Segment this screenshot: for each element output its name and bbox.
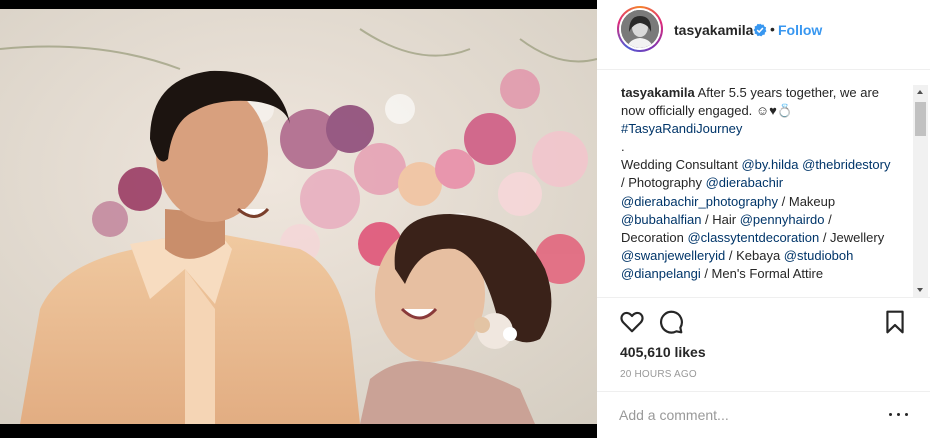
follow-button[interactable]: Follow <box>778 22 822 38</box>
post-actions: 405,610 likes 20 HOURS AGO <box>597 297 930 391</box>
caption: tasyakamila After 5.5 years together, we… <box>621 84 891 283</box>
mention-link[interactable]: @dierabachir <box>706 175 784 190</box>
caption-username[interactable]: tasyakamila <box>621 85 695 100</box>
mention-link[interactable]: @thebridestory <box>802 157 890 172</box>
credits-text: / Men's Formal Attire <box>700 265 824 281</box>
bookmark-icon[interactable] <box>882 309 908 335</box>
post-photo[interactable] <box>0 9 597 424</box>
comments-section[interactable]: tasyakamila After 5.5 years together, we… <box>597 71 930 297</box>
heart-icon[interactable] <box>619 309 645 335</box>
post-photo-container <box>0 0 597 438</box>
credits-text: / Kebaya <box>725 247 784 263</box>
comment-input[interactable] <box>619 404 879 426</box>
mention-link[interactable]: @pennyhairdo <box>740 212 825 227</box>
credits-text: / Makeup <box>778 193 836 209</box>
more-options-icon[interactable] <box>887 404 911 424</box>
post-timestamp[interactable]: 20 HOURS AGO <box>620 369 697 380</box>
mention-link[interactable]: @classytentdecoration <box>687 230 819 245</box>
scroll-up-arrow-icon[interactable] <box>913 85 928 99</box>
comments-scrollbar[interactable] <box>913 85 928 297</box>
mention-link[interactable]: @studioboh <box>784 248 854 263</box>
mention-link[interactable]: @swanjewelleryid <box>621 248 725 263</box>
mention-link[interactable]: @bubahalfian <box>621 212 701 227</box>
avatar-border <box>619 8 661 50</box>
avatar-portrait-icon <box>621 10 659 48</box>
credits-text: / Jewellery <box>819 229 885 245</box>
scrollbar-thumb[interactable] <box>915 102 926 136</box>
caption-dot: . <box>621 139 625 155</box>
post-author-username[interactable]: tasyakamila <box>674 22 753 38</box>
caption-credits: Wedding Consultant @by.hilda @thebridest… <box>621 156 891 283</box>
mention-link[interactable]: @dianpelangi <box>621 266 701 281</box>
like-count[interactable]: 405,610 likes <box>620 344 706 360</box>
post-photo-image <box>0 9 597 424</box>
verified-badge-icon <box>753 23 767 37</box>
caption-hashtag[interactable]: #TasyaRandiJourney <box>621 121 742 136</box>
avatar[interactable] <box>617 6 663 52</box>
scroll-down-arrow-icon[interactable] <box>913 283 928 297</box>
avatar-image <box>621 10 659 48</box>
mention-link[interactable]: @dierabachir_photography <box>621 194 778 209</box>
comment-icon[interactable] <box>658 309 684 335</box>
post-header: tasyakamila • Follow <box>597 0 930 70</box>
post-side-panel: tasyakamila • Follow tasyakamila After 5… <box>597 0 930 438</box>
credits-text: / Hair <box>701 211 740 227</box>
header-separator: • <box>770 21 775 37</box>
add-comment-bar <box>597 391 930 438</box>
caption-main: tasyakamila After 5.5 years together, we… <box>621 84 891 138</box>
mention-link[interactable]: @by.hilda <box>741 157 798 172</box>
credits-text: / Photography <box>621 175 706 191</box>
credits-prefix: Wedding Consultant <box>621 157 742 173</box>
